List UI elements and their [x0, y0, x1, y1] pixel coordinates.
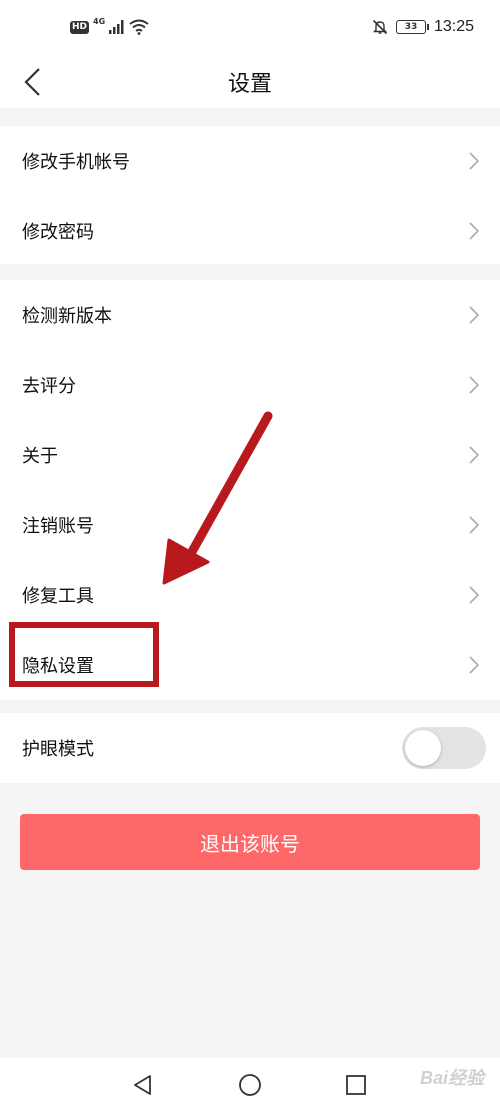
- back-triangle-icon[interactable]: [130, 1072, 156, 1098]
- chevron-right-icon: [468, 655, 480, 675]
- row-label: 检测新版本: [22, 306, 112, 327]
- network-type: 4G: [93, 17, 106, 26]
- chevron-right-icon: [468, 515, 480, 535]
- watermark: Bai经验: [419, 1068, 484, 1088]
- chevron-right-icon: [468, 585, 480, 605]
- row-label: 修改密码: [22, 222, 94, 243]
- chevron-right-icon: [468, 221, 480, 241]
- row-repair-tool[interactable]: 修复工具: [0, 560, 500, 630]
- toggle-knob: [405, 730, 441, 766]
- row-change-phone-account[interactable]: 修改手机帐号: [0, 126, 500, 196]
- row-eye-protection: 护眼模式: [0, 713, 500, 783]
- row-about[interactable]: 关于: [0, 420, 500, 490]
- wifi-icon: [129, 19, 149, 35]
- page-title: 设置: [227, 72, 272, 97]
- status-bar: HD 4G 33 13:25: [0, 0, 500, 56]
- hd-badge: HD: [70, 20, 90, 34]
- battery-level: 33: [404, 22, 418, 32]
- row-label: 护眼模式: [22, 739, 94, 760]
- chevron-right-icon: [468, 445, 480, 465]
- row-label: 修改手机帐号: [22, 152, 130, 173]
- logout-button[interactable]: 退出该账号: [20, 814, 480, 870]
- home-circle-icon[interactable]: [237, 1072, 263, 1098]
- mute-bell-icon: [372, 19, 388, 35]
- chevron-right-icon: [468, 151, 480, 171]
- chevron-right-icon: [468, 375, 480, 395]
- status-right: 33 13:25: [372, 16, 474, 38]
- display-group: 护眼模式: [0, 713, 500, 783]
- row-check-update[interactable]: 检测新版本: [0, 280, 500, 350]
- row-delete-account[interactable]: 注销账号: [0, 490, 500, 560]
- row-label: 注销账号: [22, 516, 94, 537]
- row-label: 关于: [22, 446, 58, 467]
- row-label: 去评分: [22, 376, 76, 397]
- row-label: 修复工具: [22, 586, 94, 607]
- highlight-box: [9, 622, 159, 687]
- row-change-password[interactable]: 修改密码: [0, 196, 500, 266]
- row-rate[interactable]: 去评分: [0, 350, 500, 420]
- clock: 13:25: [433, 18, 474, 35]
- nav-header: 设置: [0, 56, 500, 108]
- account-group: 修改手机帐号 修改密码: [0, 126, 500, 264]
- battery-icon: 33: [395, 20, 429, 34]
- signal-icon: [109, 20, 124, 34]
- chevron-right-icon: [468, 305, 480, 325]
- status-left: HD 4G: [70, 16, 149, 38]
- recent-square-icon[interactable]: [343, 1072, 369, 1098]
- eye-protection-toggle[interactable]: [402, 727, 486, 769]
